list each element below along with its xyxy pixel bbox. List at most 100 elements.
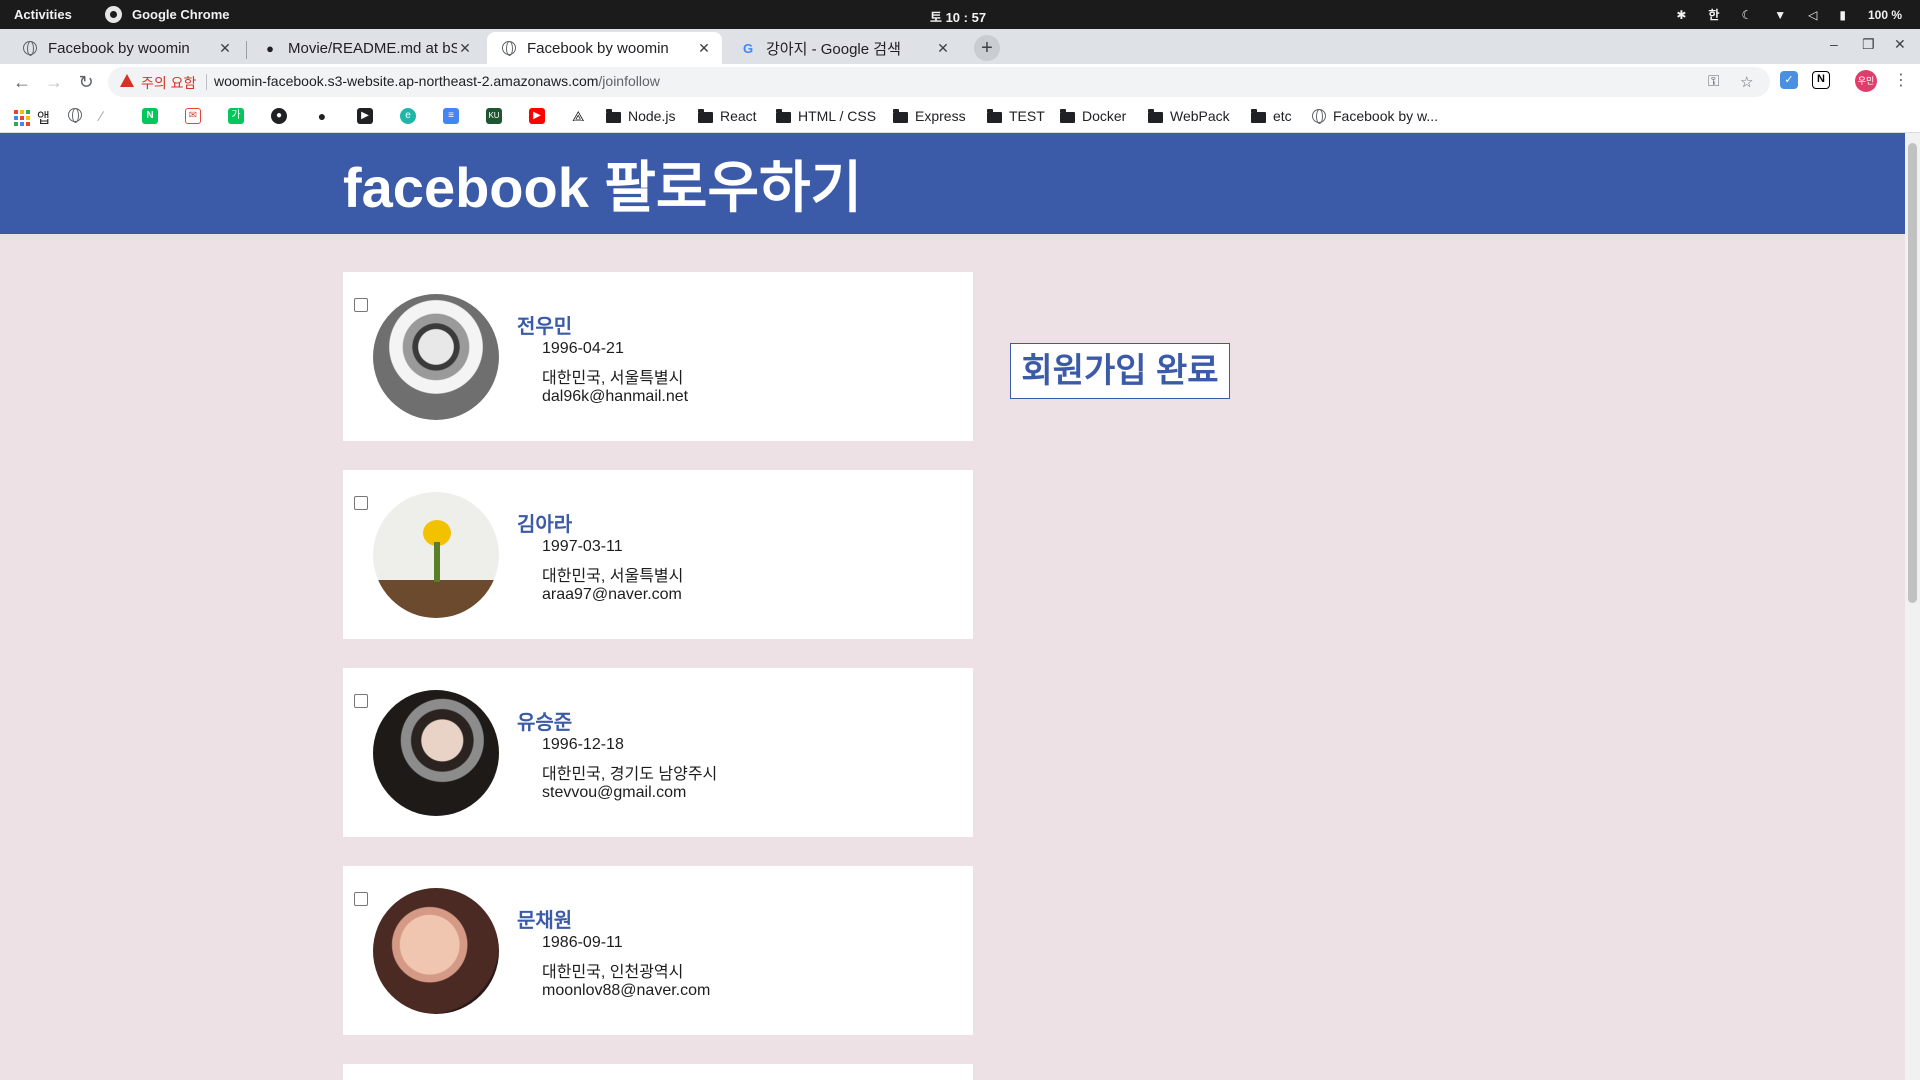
folder-icon xyxy=(893,108,908,123)
bookmarks-bar: 앱 ∕ N ✉ 가 ● ● ▶ e ≡ KU ▶ ⟁ Node.js React… xyxy=(0,100,1920,133)
follow-checkbox[interactable] xyxy=(354,892,368,906)
page-scrollbar[interactable] xyxy=(1905,133,1920,1080)
restore-icon[interactable]: ❐ xyxy=(1862,36,1875,53)
person-birthdate: 1997-03-11 xyxy=(542,538,623,555)
person-email: stevvou@gmail.com xyxy=(542,784,687,801)
globe-icon xyxy=(22,40,38,56)
join-complete-button[interactable]: 회원가입 완료 xyxy=(1010,343,1230,399)
system-tray[interactable]: ✱ 한 ☾ ▼ ◁ ▮ 100 % xyxy=(1676,6,1902,23)
tab-facebook-1[interactable]: Facebook by woomin ✕ xyxy=(8,32,243,64)
tab-strip: Facebook by woomin ✕ ● Movie/README.md a… xyxy=(0,29,1920,64)
bookmark-folder-4[interactable]: Express xyxy=(893,108,966,124)
close-tab-icon[interactable]: ✕ xyxy=(217,40,233,57)
person-card: 문채원 1986-09-11 대한민국, 인천광역시 moonlov88@nav… xyxy=(343,866,973,1035)
scrollbar-thumb[interactable] xyxy=(1908,143,1917,603)
close-tab-icon[interactable]: ✕ xyxy=(457,40,473,57)
page-title: facebook 팔로우하기 xyxy=(343,156,863,219)
folder-label: WebPack xyxy=(1170,108,1230,124)
tab-github[interactable]: ● Movie/README.md at bS ✕ xyxy=(248,32,483,64)
apps-label: 앱 xyxy=(37,110,50,126)
bookmark-naver[interactable]: N xyxy=(142,108,158,124)
stem-shape xyxy=(434,542,440,582)
bookmark-apps[interactable]: 앱 xyxy=(14,108,50,128)
follow-checkbox[interactable] xyxy=(354,496,368,510)
bookmark-dictionary[interactable]: 가 xyxy=(228,108,244,124)
activities-button[interactable]: Activities xyxy=(14,7,72,22)
bookmark-triangle[interactable]: ⟁ xyxy=(572,108,585,125)
bookmark-github[interactable]: ● xyxy=(271,108,287,124)
security-status[interactable]: 주의 요함 xyxy=(141,73,196,93)
bookmark-mail[interactable]: ✉ xyxy=(185,108,201,124)
back-icon[interactable]: ← xyxy=(10,70,34,94)
app-menu[interactable]: Google Chrome xyxy=(105,6,230,23)
tab-google-search[interactable]: G 강아지 - Google 검색 ✕ xyxy=(726,32,961,64)
slack-icon[interactable]: ✱ xyxy=(1676,8,1686,22)
profile-avatar[interactable]: 우민 xyxy=(1855,70,1877,92)
reload-icon[interactable]: ↻ xyxy=(74,70,98,94)
folder-label: Express xyxy=(915,108,966,124)
bookmark-globe[interactable] xyxy=(68,108,82,123)
folder-icon xyxy=(698,108,713,123)
key-icon[interactable]: ⚿ xyxy=(1708,73,1719,90)
person-card-partial xyxy=(343,1064,973,1080)
bookmark-folder-1[interactable]: Node.js xyxy=(606,108,675,124)
bookmark-dark-app[interactable]: ▶ xyxy=(357,108,373,124)
follow-checkbox[interactable] xyxy=(354,694,368,708)
extension-icon[interactable]: ✓ xyxy=(1780,71,1798,89)
url-text[interactable]: woomin-facebook.s3-website.ap-northeast-… xyxy=(214,73,660,89)
bookmark-star-icon[interactable]: ☆ xyxy=(1740,73,1753,91)
bookmark-folder-6[interactable]: Docker xyxy=(1060,108,1126,124)
new-tab-button[interactable]: + xyxy=(974,35,1000,61)
url-host: woomin-facebook.s3-website.ap-northeast-… xyxy=(214,73,599,89)
bookmark-youtube[interactable]: ▶ xyxy=(529,108,545,124)
bookmark-label: Facebook by w... xyxy=(1333,108,1439,124)
minimize-icon[interactable]: ‒ xyxy=(1830,36,1838,52)
bookmark-feather[interactable]: ∕ xyxy=(100,108,102,124)
bookmark-folder-7[interactable]: WebPack xyxy=(1148,108,1230,124)
clock[interactable]: 토 10 : 57 xyxy=(930,7,986,26)
bookmark-folder-2[interactable]: React xyxy=(698,108,757,124)
bookmark-facebook[interactable]: Facebook by w... xyxy=(1312,108,1438,124)
folder-icon xyxy=(987,108,1002,123)
folder-label: HTML / CSS xyxy=(798,108,877,124)
folder-label: React xyxy=(720,108,757,124)
follow-checkbox[interactable] xyxy=(354,298,368,312)
app-name: Google Chrome xyxy=(132,7,230,22)
folder-icon xyxy=(776,108,791,123)
forward-icon[interactable]: → xyxy=(42,70,66,94)
profile-photo xyxy=(373,690,499,816)
mail-icon: ✉ xyxy=(185,108,201,124)
os-top-bar: Activities Google Chrome 토 10 : 57 ✱ 한 ☾… xyxy=(0,0,1920,29)
profile-photo xyxy=(373,492,499,618)
youtube-icon: ▶ xyxy=(529,108,545,124)
google-icon: G xyxy=(742,40,754,56)
folder-label: Docker xyxy=(1082,108,1127,124)
close-window-icon[interactable]: ✕ xyxy=(1894,36,1906,53)
close-tab-icon[interactable]: ✕ xyxy=(696,40,712,57)
bookmark-folder-3[interactable]: HTML / CSS xyxy=(776,108,876,124)
tab-facebook-active[interactable]: Facebook by woomin ✕ xyxy=(487,32,722,64)
docs-icon: ≡ xyxy=(443,108,459,124)
folder-label: TEST xyxy=(1009,108,1045,124)
bookmark-edge[interactable]: e xyxy=(400,108,416,124)
ime-indicator[interactable]: 한 xyxy=(1708,6,1719,23)
bookmark-folder-5[interactable]: TEST xyxy=(987,108,1045,124)
person-birthdate: 1986-09-11 xyxy=(542,934,623,951)
person-name: 문채원 xyxy=(517,910,573,932)
notion-icon[interactable]: N xyxy=(1812,71,1830,89)
bookmark-person[interactable]: ● xyxy=(314,108,330,124)
bookmark-folder-8[interactable]: etc xyxy=(1251,108,1292,124)
person-location: 대한민국, 인천광역시 xyxy=(542,964,684,981)
warning-icon[interactable] xyxy=(120,74,134,87)
bookmark-docs[interactable]: ≡ xyxy=(443,108,459,124)
bookmark-ku[interactable]: KU xyxy=(486,108,502,124)
tab-title: 강아지 - Google 검색 xyxy=(766,40,901,58)
address-bar[interactable]: 주의 요함 woomin-facebook.s3-website.ap-nort… xyxy=(108,67,1770,97)
menu-dots-icon[interactable]: ⋮ xyxy=(1893,70,1909,90)
person-location: 대한민국, 서울특별시 xyxy=(542,370,684,387)
close-tab-icon[interactable]: ✕ xyxy=(935,40,951,57)
dictionary-icon: 가 xyxy=(228,108,244,124)
tab-divider xyxy=(246,41,247,59)
folder-icon xyxy=(1060,108,1075,123)
feather-icon: ∕ xyxy=(100,108,103,124)
